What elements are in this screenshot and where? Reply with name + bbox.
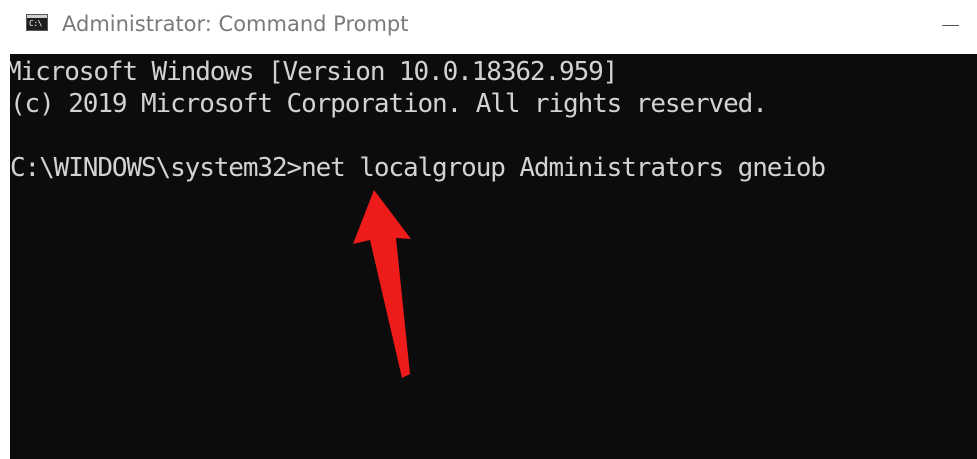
console-line-version: Microsoft Windows [Version 10.0.18362.95… — [10, 57, 618, 87]
title-bar[interactable]: C:\ Administrator: Command Prompt — [0, 0, 977, 54]
icon-glyph: C:\ — [29, 19, 42, 28]
minimize-icon — [942, 25, 959, 26]
command-prompt-icon[interactable]: C:\ — [26, 14, 48, 31]
icon-titlebar-strip — [27, 15, 47, 18]
console-output[interactable]: Microsoft Windows [Version 10.0.18362.95… — [10, 54, 977, 459]
window-title: Administrator: Command Prompt — [62, 12, 409, 36]
console-line-copyright: (c) 2019 Microsoft Corporation. All righ… — [10, 89, 768, 119]
command-prompt-window: C:\ Administrator: Command Prompt Micros… — [0, 0, 977, 459]
console-line-command[interactable]: C:\WINDOWS\system32>net localgroup Admin… — [10, 152, 826, 184]
minimize-button[interactable] — [936, 10, 964, 38]
